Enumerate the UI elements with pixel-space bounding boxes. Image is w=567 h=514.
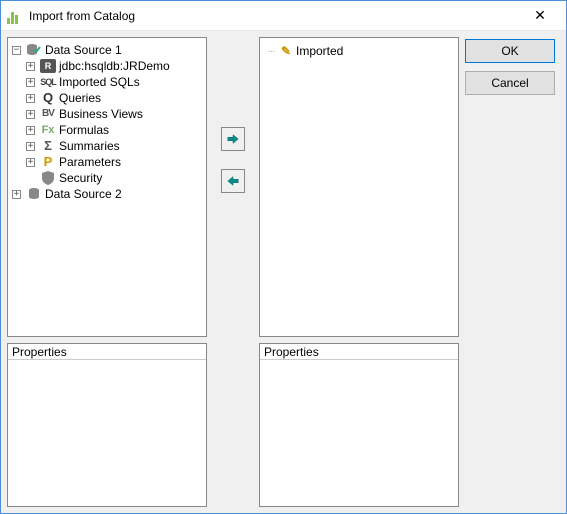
left-column: − Data Source 1 + R jdbc:hsqldb:JRDemo [7,37,207,507]
dialog-body: − Data Source 1 + R jdbc:hsqldb:JRDemo [1,31,566,513]
move-left-button[interactable] [221,169,245,193]
expand-icon[interactable]: + [26,94,35,103]
action-buttons: OK Cancel [465,37,555,507]
move-right-button[interactable] [221,127,245,151]
expand-icon[interactable]: + [26,62,35,71]
tree-label: Parameters [59,154,121,170]
tree-node-formulas[interactable]: + Fx Formulas [24,122,204,138]
left-properties-panel: Properties [7,343,207,507]
tree-node-business-views[interactable]: + BV Business Views [24,106,204,122]
summary-icon: Σ [40,139,56,153]
formula-icon: Fx [40,123,56,137]
database-check-icon [26,43,42,57]
tree-node-imported-sqls[interactable]: + SQL Imported SQLs [24,74,204,90]
tree-node-parameters[interactable]: + P Parameters [24,154,204,170]
tree-label: Formulas [59,122,109,138]
database-icon [26,187,42,201]
app-icon [7,8,23,24]
dialog-window: Import from Catalog ✕ − Data Source 1 [0,0,567,514]
tree-label: Data Source 1 [45,42,122,58]
leaf-spacer [26,174,35,183]
parameter-icon: P [40,155,56,169]
sql-icon: SQL [40,75,56,89]
close-button[interactable]: ✕ [520,2,560,30]
arrow-left-icon [226,174,240,188]
tree-label: Data Source 2 [45,186,122,202]
tree-label: Business Views [59,106,143,122]
cancel-button[interactable]: Cancel [465,71,555,95]
expand-icon[interactable]: + [26,158,35,167]
tree-node-summaries[interactable]: + Σ Summaries [24,138,204,154]
tree-label: Imported SQLs [59,74,140,90]
query-icon: Q [40,91,56,105]
tree-label: Summaries [59,138,120,154]
imported-icon: ✎ [278,44,294,58]
tree-label: Security [59,170,102,186]
tree-node-queries[interactable]: + Q Queries [24,90,204,106]
expand-icon[interactable]: + [12,190,21,199]
tree-node-imported[interactable]: ··· ✎ Imported [262,42,456,60]
properties-body [260,360,458,506]
tree-label: jdbc:hsqldb:JRDemo [59,58,170,74]
properties-body [8,360,206,506]
window-title: Import from Catalog [29,9,520,23]
right-column: ··· ✎ Imported Properties [259,37,459,507]
tree-label: Queries [59,90,101,106]
source-tree[interactable]: − Data Source 1 + R jdbc:hsqldb:JRDemo [7,37,207,337]
collapse-icon[interactable]: − [12,46,21,55]
tree-node-data-source-2[interactable]: + Data Source 2 [10,186,204,202]
expand-icon[interactable]: + [26,126,35,135]
expand-icon[interactable]: + [26,142,35,151]
tree-node-jdbc[interactable]: + R jdbc:hsqldb:JRDemo [24,58,204,74]
expand-icon[interactable]: + [26,78,35,87]
target-tree[interactable]: ··· ✎ Imported [259,37,459,337]
expand-icon[interactable]: + [26,110,35,119]
transfer-buttons [213,37,253,507]
ok-button[interactable]: OK [465,39,555,63]
properties-header: Properties [8,344,206,360]
properties-header: Properties [260,344,458,360]
business-view-icon: BV [40,107,56,121]
tree-connector: ··· [266,46,276,57]
tree-node-security[interactable]: Security [24,170,204,186]
tree-label: Imported [296,44,343,58]
right-properties-panel: Properties [259,343,459,507]
shield-icon [40,171,56,185]
connection-icon: R [40,59,56,73]
arrow-right-icon [226,132,240,146]
titlebar: Import from Catalog ✕ [1,1,566,31]
tree-node-data-source-1[interactable]: − Data Source 1 [10,42,204,58]
